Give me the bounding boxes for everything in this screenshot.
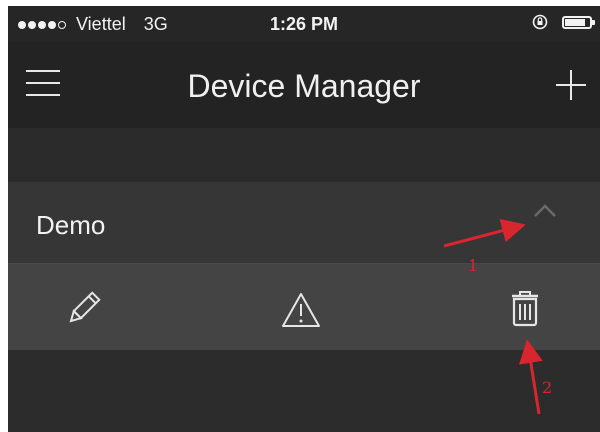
signal-strength-icon bbox=[18, 20, 66, 29]
warning-triangle-icon[interactable] bbox=[280, 290, 322, 332]
trash-icon[interactable] bbox=[504, 288, 546, 330]
battery-fill bbox=[565, 18, 585, 26]
device-name: Demo bbox=[36, 210, 106, 240]
status-right bbox=[532, 14, 595, 30]
orientation-lock-icon bbox=[532, 14, 548, 30]
page-title: Device Manager bbox=[187, 68, 421, 104]
network-type: 3G bbox=[143, 14, 168, 34]
section-spacer bbox=[8, 128, 600, 182]
pencil-icon[interactable] bbox=[62, 288, 104, 330]
device-row-demo[interactable]: Demo bbox=[8, 182, 600, 264]
hamburger-menu-icon[interactable] bbox=[26, 70, 60, 96]
annotation-marker-2: 2 bbox=[542, 378, 553, 397]
app-screen: Viettel 3G 1:26 PM Device Manager Demo bbox=[8, 6, 600, 432]
empty-list-area bbox=[8, 350, 600, 432]
device-action-row bbox=[8, 264, 600, 350]
plus-icon[interactable] bbox=[552, 66, 590, 104]
status-bar: Viettel 3G 1:26 PM bbox=[8, 6, 600, 42]
chevron-up-icon[interactable] bbox=[533, 203, 557, 219]
status-time: 1:26 PM bbox=[270, 14, 339, 34]
navigation-bar: Device Manager bbox=[8, 42, 600, 128]
carrier-name: Viettel bbox=[76, 14, 126, 34]
status-left: Viettel 3G bbox=[18, 14, 168, 35]
annotation-marker-1: 1 bbox=[468, 256, 479, 275]
battery-icon bbox=[562, 15, 595, 29]
